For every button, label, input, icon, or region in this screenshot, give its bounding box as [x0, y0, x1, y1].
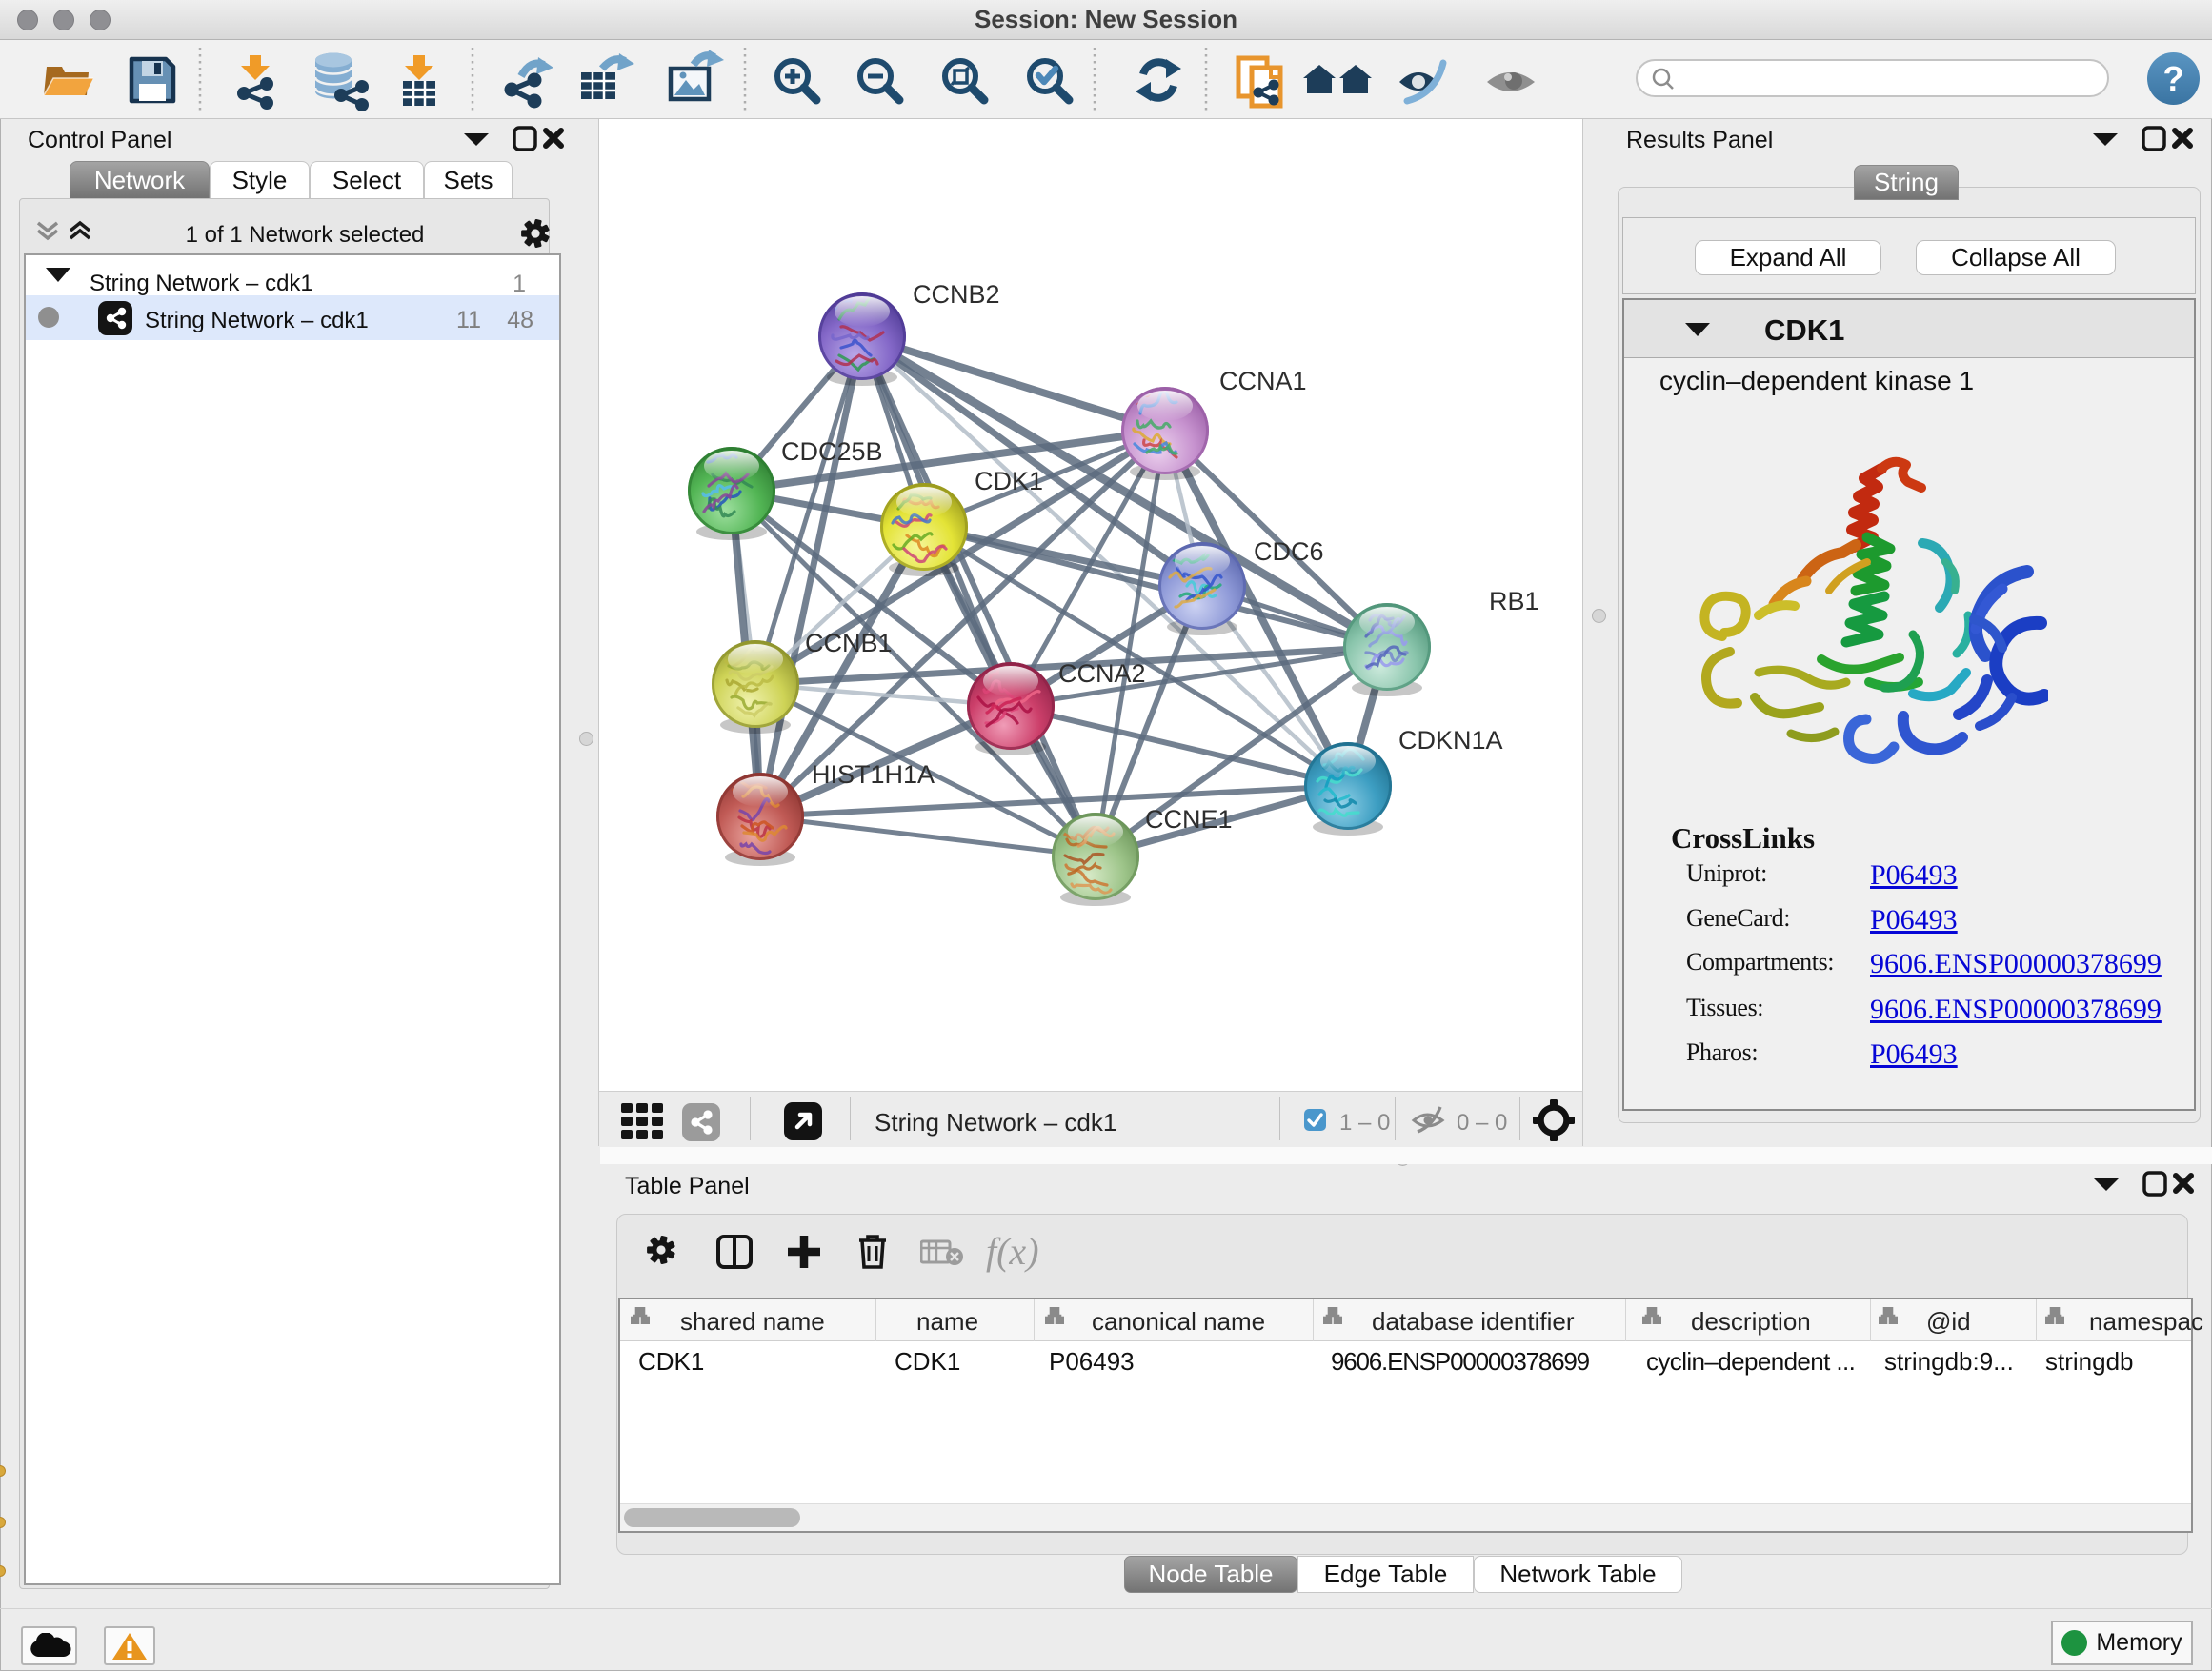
svg-text:CCNB1: CCNB1 [805, 629, 893, 657]
svg-text:CDKN1A: CDKN1A [1398, 726, 1503, 755]
svg-text:CCNB2: CCNB2 [913, 280, 1000, 309]
svg-text:CDC25B: CDC25B [781, 437, 883, 466]
svg-text:CCNA2: CCNA2 [1058, 659, 1146, 688]
svg-text:HIST1H1A: HIST1H1A [812, 760, 935, 789]
svg-text:CCNA1: CCNA1 [1219, 367, 1307, 395]
svg-text:CDK1: CDK1 [975, 467, 1043, 495]
svg-text:CCNE1: CCNE1 [1145, 805, 1233, 834]
svg-text:RB1: RB1 [1489, 587, 1539, 615]
svg-text:CDC6: CDC6 [1254, 537, 1324, 566]
